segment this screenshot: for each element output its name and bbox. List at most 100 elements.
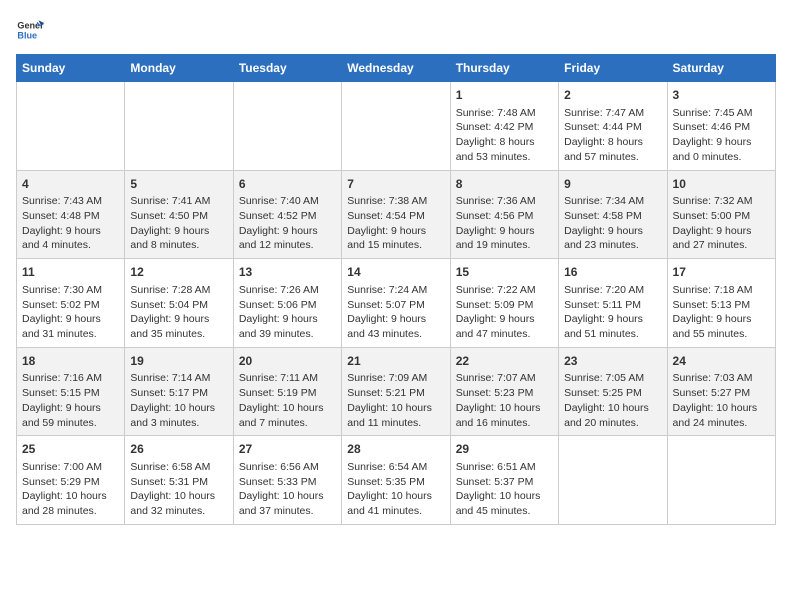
calendar-cell: 16Sunrise: 7:20 AM Sunset: 5:11 PM Dayli… xyxy=(559,259,667,348)
day-info: Sunrise: 7:41 AM Sunset: 4:50 PM Dayligh… xyxy=(130,194,227,253)
day-info: Sunrise: 7:34 AM Sunset: 4:58 PM Dayligh… xyxy=(564,194,661,253)
day-info: Sunrise: 7:11 AM Sunset: 5:19 PM Dayligh… xyxy=(239,371,336,430)
calendar-cell: 5Sunrise: 7:41 AM Sunset: 4:50 PM Daylig… xyxy=(125,170,233,259)
calendar-cell: 26 Sunrise: 6:58 AM Sunset: 5:31 PM Dayli… xyxy=(125,436,233,525)
day-number: 7 xyxy=(347,176,444,193)
day-number: 14 xyxy=(347,264,444,281)
page-header: General Blue xyxy=(16,16,776,44)
day-info: Sunrise: 7:40 AM Sunset: 4:52 PM Dayligh… xyxy=(239,194,336,253)
day-number: 2 xyxy=(564,87,661,104)
calendar-cell: 21Sunrise: 7:09 AM Sunset: 5:21 PM Dayli… xyxy=(342,347,450,436)
day-number: 15 xyxy=(456,264,553,281)
calendar-week-1: 1 Sunrise: 7:48 AM Sunset: 4:42 PM Daylig… xyxy=(17,82,776,171)
day-number: 11 xyxy=(22,264,119,281)
day-number: 13 xyxy=(239,264,336,281)
day-number: 27 xyxy=(239,441,336,458)
day-number: 20 xyxy=(239,353,336,370)
calendar-cell xyxy=(17,82,125,171)
day-info: Sunrise: 7:47 AM Sunset: 4:44 PM Dayligh… xyxy=(564,106,661,165)
calendar-cell xyxy=(342,82,450,171)
day-info: Sunrise: 7:16 AM Sunset: 5:15 PM Dayligh… xyxy=(22,371,119,430)
day-number: 22 xyxy=(456,353,553,370)
calendar-cell xyxy=(667,436,775,525)
day-info: Sunrise: 6:56 AM Sunset: 5:33 PM Dayligh… xyxy=(239,460,336,519)
calendar-table: SundayMondayTuesdayWednesdayThursdayFrid… xyxy=(16,54,776,525)
col-header-wednesday: Wednesday xyxy=(342,55,450,82)
day-number: 25 xyxy=(22,441,119,458)
logo: General Blue xyxy=(16,16,48,44)
day-number: 5 xyxy=(130,176,227,193)
day-info: Sunrise: 7:24 AM Sunset: 5:07 PM Dayligh… xyxy=(347,283,444,342)
calendar-cell: 24Sunrise: 7:03 AM Sunset: 5:27 PM Dayli… xyxy=(667,347,775,436)
day-number: 3 xyxy=(673,87,770,104)
svg-text:Blue: Blue xyxy=(17,30,37,40)
col-header-tuesday: Tuesday xyxy=(233,55,341,82)
day-info: Sunrise: 7:14 AM Sunset: 5:17 PM Dayligh… xyxy=(130,371,227,430)
day-info: Sunrise: 7:07 AM Sunset: 5:23 PM Dayligh… xyxy=(456,371,553,430)
calendar-cell: 23Sunrise: 7:05 AM Sunset: 5:25 PM Dayli… xyxy=(559,347,667,436)
day-number: 10 xyxy=(673,176,770,193)
calendar-cell: 28 Sunrise: 6:54 AM Sunset: 5:35 PM Dayli… xyxy=(342,436,450,525)
calendar-cell: 20Sunrise: 7:11 AM Sunset: 5:19 PM Dayli… xyxy=(233,347,341,436)
calendar-cell: 29 Sunrise: 6:51 AM Sunset: 5:37 PM Dayli… xyxy=(450,436,558,525)
calendar-cell: 11 Sunrise: 7:30 AM Sunset: 5:02 PM Dayli… xyxy=(17,259,125,348)
day-info: Sunrise: 7:43 AM Sunset: 4:48 PM Dayligh… xyxy=(22,194,119,253)
day-number: 16 xyxy=(564,264,661,281)
day-info: Sunrise: 6:58 AM Sunset: 5:31 PM Dayligh… xyxy=(130,460,227,519)
day-number: 17 xyxy=(673,264,770,281)
day-number: 19 xyxy=(130,353,227,370)
calendar-cell: 7Sunrise: 7:38 AM Sunset: 4:54 PM Daylig… xyxy=(342,170,450,259)
calendar-cell: 14 Sunrise: 7:24 AM Sunset: 5:07 PM Dayli… xyxy=(342,259,450,348)
day-number: 29 xyxy=(456,441,553,458)
day-info: Sunrise: 7:26 AM Sunset: 5:06 PM Dayligh… xyxy=(239,283,336,342)
calendar-cell xyxy=(559,436,667,525)
calendar-cell: 15 Sunrise: 7:22 AM Sunset: 5:09 PM Dayli… xyxy=(450,259,558,348)
day-info: Sunrise: 7:05 AM Sunset: 5:25 PM Dayligh… xyxy=(564,371,661,430)
col-header-sunday: Sunday xyxy=(17,55,125,82)
calendar-cell: 8Sunrise: 7:36 AM Sunset: 4:56 PM Daylig… xyxy=(450,170,558,259)
calendar-cell xyxy=(125,82,233,171)
day-number: 9 xyxy=(564,176,661,193)
day-info: Sunrise: 7:38 AM Sunset: 4:54 PM Dayligh… xyxy=(347,194,444,253)
day-info: Sunrise: 7:45 AM Sunset: 4:46 PM Dayligh… xyxy=(673,106,770,165)
col-header-saturday: Saturday xyxy=(667,55,775,82)
col-header-monday: Monday xyxy=(125,55,233,82)
day-info: Sunrise: 6:54 AM Sunset: 5:35 PM Dayligh… xyxy=(347,460,444,519)
calendar-cell: 22Sunrise: 7:07 AM Sunset: 5:23 PM Dayli… xyxy=(450,347,558,436)
day-info: Sunrise: 7:22 AM Sunset: 5:09 PM Dayligh… xyxy=(456,283,553,342)
day-number: 26 xyxy=(130,441,227,458)
day-number: 8 xyxy=(456,176,553,193)
calendar-cell: 19Sunrise: 7:14 AM Sunset: 5:17 PM Dayli… xyxy=(125,347,233,436)
day-info: Sunrise: 7:32 AM Sunset: 5:00 PM Dayligh… xyxy=(673,194,770,253)
day-number: 28 xyxy=(347,441,444,458)
calendar-cell: 25 Sunrise: 7:00 AM Sunset: 5:29 PM Dayli… xyxy=(17,436,125,525)
calendar-week-2: 4Sunrise: 7:43 AM Sunset: 4:48 PM Daylig… xyxy=(17,170,776,259)
calendar-cell: 17Sunrise: 7:18 AM Sunset: 5:13 PM Dayli… xyxy=(667,259,775,348)
day-number: 21 xyxy=(347,353,444,370)
col-header-friday: Friday xyxy=(559,55,667,82)
day-number: 24 xyxy=(673,353,770,370)
day-number: 12 xyxy=(130,264,227,281)
header-row: SundayMondayTuesdayWednesdayThursdayFrid… xyxy=(17,55,776,82)
logo-icon: General Blue xyxy=(16,16,44,44)
calendar-week-5: 25 Sunrise: 7:00 AM Sunset: 5:29 PM Dayli… xyxy=(17,436,776,525)
day-info: Sunrise: 7:36 AM Sunset: 4:56 PM Dayligh… xyxy=(456,194,553,253)
day-info: Sunrise: 7:30 AM Sunset: 5:02 PM Dayligh… xyxy=(22,283,119,342)
calendar-cell: 12Sunrise: 7:28 AM Sunset: 5:04 PM Dayli… xyxy=(125,259,233,348)
day-info: Sunrise: 7:09 AM Sunset: 5:21 PM Dayligh… xyxy=(347,371,444,430)
day-info: Sunrise: 7:00 AM Sunset: 5:29 PM Dayligh… xyxy=(22,460,119,519)
calendar-cell: 4Sunrise: 7:43 AM Sunset: 4:48 PM Daylig… xyxy=(17,170,125,259)
calendar-cell: 27 Sunrise: 6:56 AM Sunset: 5:33 PM Dayli… xyxy=(233,436,341,525)
col-header-thursday: Thursday xyxy=(450,55,558,82)
calendar-cell: 2 Sunrise: 7:47 AM Sunset: 4:44 PM Daylig… xyxy=(559,82,667,171)
day-info: Sunrise: 7:48 AM Sunset: 4:42 PM Dayligh… xyxy=(456,106,553,165)
calendar-cell: 1 Sunrise: 7:48 AM Sunset: 4:42 PM Daylig… xyxy=(450,82,558,171)
day-number: 1 xyxy=(456,87,553,104)
day-number: 4 xyxy=(22,176,119,193)
day-info: Sunrise: 6:51 AM Sunset: 5:37 PM Dayligh… xyxy=(456,460,553,519)
calendar-cell: 9Sunrise: 7:34 AM Sunset: 4:58 PM Daylig… xyxy=(559,170,667,259)
calendar-cell: 13 Sunrise: 7:26 AM Sunset: 5:06 PM Dayli… xyxy=(233,259,341,348)
calendar-cell: 6Sunrise: 7:40 AM Sunset: 4:52 PM Daylig… xyxy=(233,170,341,259)
calendar-cell: 10Sunrise: 7:32 AM Sunset: 5:00 PM Dayli… xyxy=(667,170,775,259)
calendar-cell: 18Sunrise: 7:16 AM Sunset: 5:15 PM Dayli… xyxy=(17,347,125,436)
